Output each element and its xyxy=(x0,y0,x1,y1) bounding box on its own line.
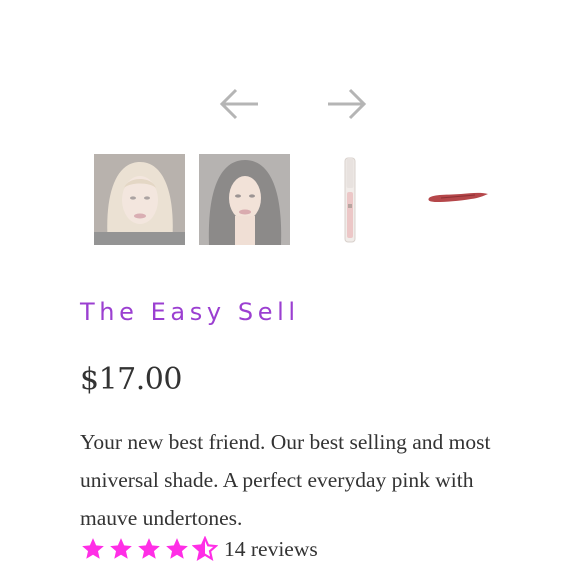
star-full-icon xyxy=(82,538,104,559)
arrow-right-icon xyxy=(328,88,367,120)
reviews-link[interactable]: 14 reviews xyxy=(224,537,318,562)
star-rating xyxy=(80,536,218,562)
product-rating: 14 reviews xyxy=(80,536,318,562)
product-description: Your new best friend. Our best selling a… xyxy=(80,430,491,530)
product-title: The Easy Sell xyxy=(80,298,300,326)
star-full-icon xyxy=(110,538,132,559)
thumbnail-lip-gloss-tube[interactable] xyxy=(304,154,395,245)
previous-image-button[interactable] xyxy=(216,84,264,124)
product-price: $17.00 xyxy=(80,362,182,397)
star-full-icon xyxy=(166,538,188,559)
next-image-button[interactable] xyxy=(322,84,370,124)
star-full-icon xyxy=(138,538,160,559)
thumbnail-model-brunette[interactable] xyxy=(199,154,290,245)
thumbnail-model-blonde[interactable] xyxy=(94,154,185,245)
arrow-left-icon xyxy=(219,88,258,120)
star-half-icon xyxy=(192,536,218,561)
thumbnail-lip-swatch[interactable] xyxy=(409,154,500,245)
